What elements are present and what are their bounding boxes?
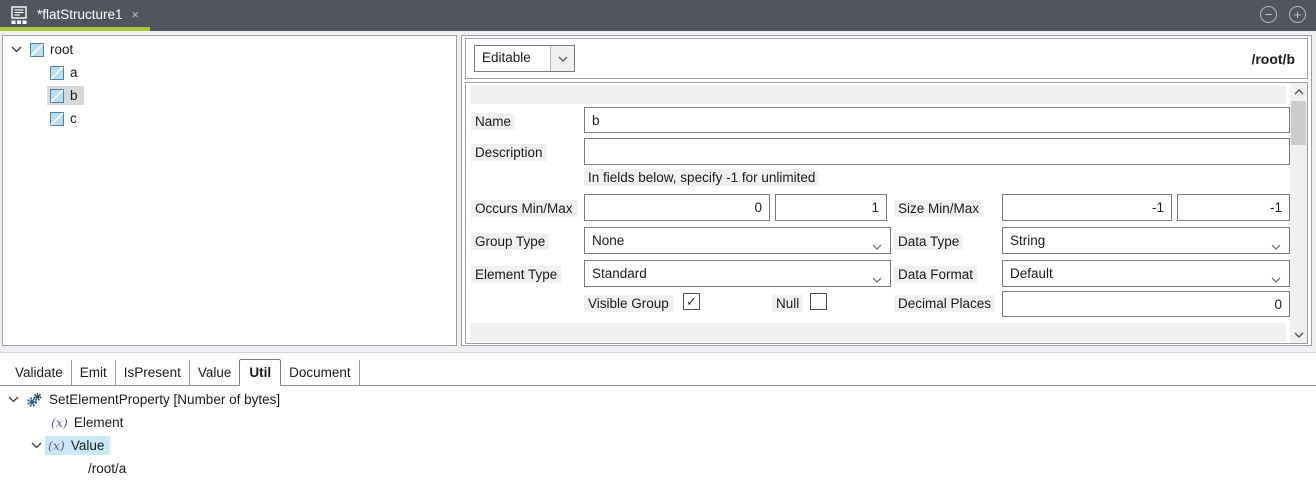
null-checkbox[interactable] <box>810 293 827 310</box>
chevron-down-icon <box>1271 271 1281 286</box>
form-footer-strip <box>470 323 1286 342</box>
edit-mode-value: Editable <box>475 46 550 71</box>
size-minmax-label: Size Min/Max <box>894 200 983 217</box>
tree-row-c[interactable]: c <box>47 107 83 130</box>
data-format-label: Data Format <box>894 266 977 283</box>
tab-emit[interactable]: Emit <box>72 360 116 385</box>
element-type-value: Standard <box>592 266 647 281</box>
tab-validate[interactable]: Validate <box>7 360 72 385</box>
collapse-all-button[interactable]: − <box>1260 6 1277 23</box>
chevron-down-icon <box>872 271 882 286</box>
tree-row-b-selected[interactable]: b <box>47 84 84 107</box>
occurs-min-input[interactable] <box>584 194 770 221</box>
active-tab-underline <box>0 27 150 31</box>
util-node-label: /root/a <box>88 461 126 476</box>
data-format-value: Default <box>1010 266 1053 281</box>
description-label: Description <box>471 144 547 161</box>
null-label: Null <box>772 295 803 312</box>
chevron-down-icon <box>872 238 882 253</box>
element-icon <box>50 89 64 103</box>
data-type-select[interactable]: String <box>1002 227 1290 254</box>
size-min-input[interactable] <box>1002 194 1172 221</box>
description-input[interactable] <box>584 138 1290 165</box>
element-type-select[interactable]: Standard <box>584 260 891 287</box>
properties-toolbar: Editable /root/b <box>465 38 1308 79</box>
properties-form: Name Description In fields below, specif… <box>465 82 1308 344</box>
data-type-label: Data Type <box>894 233 963 250</box>
structure-document-icon <box>9 6 29 25</box>
scroll-up-icon[interactable] <box>1290 83 1307 100</box>
function-gears-icon <box>26 392 43 408</box>
occurs-max-input[interactable] <box>775 194 887 221</box>
variable-fx-icon: (x) <box>48 438 65 453</box>
variable-fx-icon: (x) <box>51 415 68 430</box>
decimal-places-input[interactable] <box>1002 291 1290 317</box>
form-header-strip <box>470 85 1286 104</box>
window-controls: − + <box>1260 6 1306 23</box>
util-tree-row-element[interactable]: (x) Element <box>48 411 129 434</box>
group-type-value: None <box>592 233 624 248</box>
util-node-label: Element <box>74 415 124 430</box>
element-path: /root/b <box>1251 39 1295 78</box>
edit-mode-select[interactable]: Editable <box>474 45 575 72</box>
tab-ispresent[interactable]: IsPresent <box>116 360 190 385</box>
size-max-input[interactable] <box>1177 194 1290 221</box>
element-icon <box>50 66 64 80</box>
util-node-label: Value <box>71 438 105 453</box>
check-icon: ✓ <box>686 295 697 308</box>
tab-title: *flatStructure1 <box>37 7 123 22</box>
visible-group-checkbox[interactable]: ✓ <box>683 293 700 310</box>
script-panel: Validate Emit IsPresent Value Util Docum… <box>0 352 1316 483</box>
tab-value[interactable]: Value <box>190 360 240 385</box>
tree-row-root[interactable]: root <box>10 38 79 61</box>
occurs-minmax-label: Occurs Min/Max <box>471 200 577 217</box>
titlebar: *flatStructure1 × − + <box>0 0 1316 31</box>
name-label: Name <box>471 113 515 130</box>
tree-node-label: b <box>70 88 78 103</box>
chevron-down-icon <box>1271 238 1281 253</box>
tab-util[interactable]: Util <box>239 359 281 386</box>
tree-node-label: c <box>70 111 77 126</box>
group-type-select[interactable]: None <box>584 227 891 254</box>
scroll-down-icon[interactable] <box>1290 326 1307 343</box>
tree-node-label: a <box>70 65 78 80</box>
element-type-label: Element Type <box>471 266 561 283</box>
chevron-down-icon[interactable] <box>7 394 19 406</box>
util-tree-row-setelementproperty[interactable]: SetElementProperty [Number of bytes] <box>7 388 286 411</box>
element-icon <box>50 112 64 126</box>
decimal-places-label: Decimal Places <box>894 295 995 312</box>
scrollbar-thumb[interactable] <box>1291 101 1306 145</box>
tree-node-label: root <box>50 42 73 57</box>
util-node-label: SetElementProperty [Number of bytes] <box>49 392 280 407</box>
properties-panel: Editable /root/b Name Description In fie… <box>461 35 1312 346</box>
chevron-down-icon[interactable] <box>550 46 574 71</box>
data-format-select[interactable]: Default <box>1002 260 1290 287</box>
structure-tree-panel: root a b c <box>2 35 457 346</box>
tree-row-a[interactable]: a <box>47 61 84 84</box>
group-type-label: Group Type <box>471 233 549 250</box>
element-icon <box>30 43 44 57</box>
expand-all-button[interactable]: + <box>1289 6 1306 23</box>
data-type-value: String <box>1010 233 1045 248</box>
vertical-scrollbar[interactable] <box>1290 83 1307 343</box>
script-tabstrip: Validate Emit IsPresent Value Util Docum… <box>0 359 1316 386</box>
name-input[interactable] <box>584 107 1290 133</box>
tab-document[interactable]: Document <box>281 360 360 385</box>
chevron-down-icon[interactable] <box>30 440 42 452</box>
close-tab-icon[interactable]: × <box>132 7 140 22</box>
util-tree-row-value-selected[interactable]: (x) Value <box>30 434 110 457</box>
document-tab[interactable]: *flatStructure1 × <box>0 0 150 31</box>
unlimited-info-text: In fields below, specify -1 for unlimite… <box>584 169 819 186</box>
visible-group-label: Visible Group <box>584 295 673 312</box>
chevron-down-icon[interactable] <box>10 44 22 56</box>
util-tree-row-root-a[interactable]: /root/a <box>85 457 132 480</box>
